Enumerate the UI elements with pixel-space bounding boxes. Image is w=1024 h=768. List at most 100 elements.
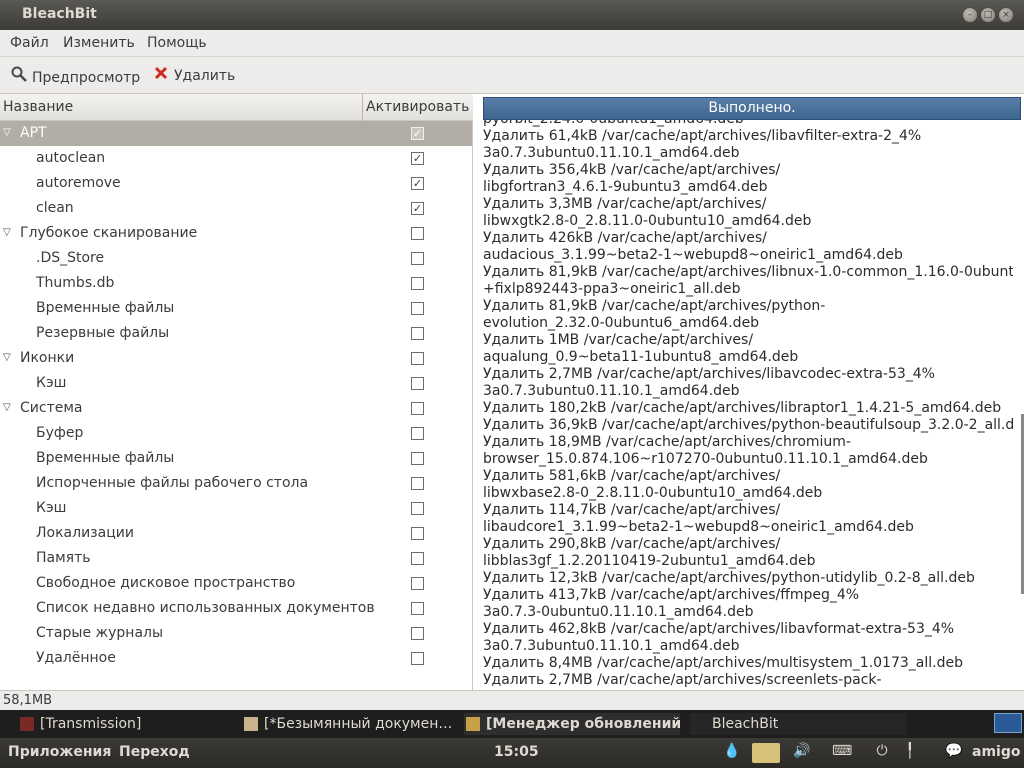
network-icon[interactable]: ╿ <box>900 743 920 763</box>
tree-row[interactable]: Резервные файлы <box>0 321 472 346</box>
tree-row[interactable]: ▽ Иконки <box>0 346 472 371</box>
menu-help[interactable]: Помощь <box>147 35 207 51</box>
task-label: [*Безымянный докумен… <box>264 716 453 732</box>
tree-row-label: Локализации <box>36 525 134 541</box>
tree-row-label: Удалённое <box>36 650 116 666</box>
activate-checkbox[interactable]: ✓ <box>411 177 424 190</box>
log-line: evolution_2.32.0-0ubuntu6_amd64.deb <box>483 315 760 331</box>
window-list: [Transmission] [*Безымянный докумен… [Ме… <box>0 710 1024 738</box>
tree-row[interactable]: Память <box>0 546 472 571</box>
activate-checkbox[interactable] <box>411 627 424 640</box>
tree-row[interactable]: Кэш <box>0 371 472 396</box>
activate-checkbox[interactable] <box>411 402 424 415</box>
log-output[interactable]: pyorbit_2.24.0-0ubuntu1_amd64.deb Удалить… <box>483 117 1013 690</box>
task-bleachbit[interactable]: BleachBit <box>690 713 906 735</box>
workspace-switcher[interactable] <box>994 713 1022 733</box>
activate-checkbox[interactable] <box>411 502 424 515</box>
log-line: browser_15.0.874.106~r107270-0ubuntu0.11… <box>483 451 928 467</box>
tree-row[interactable]: Удалённое <box>0 646 472 671</box>
preview-button[interactable]: Предпросмотр <box>10 66 140 86</box>
activate-checkbox[interactable] <box>411 577 424 590</box>
red-x-icon <box>152 66 170 84</box>
log-line: 3a0.7.3-0ubuntu0.11.10.1_amd64.deb <box>483 604 754 620</box>
places-menu[interactable]: Переход <box>119 744 190 760</box>
log-line: libaudcore1_3.1.99~beta2-1~webupd8~oneir… <box>483 519 914 535</box>
task-update-manager[interactable]: [Менеджер обновлений] <box>464 713 680 735</box>
tree-row[interactable]: Испорченные файлы рабочего стола <box>0 471 472 496</box>
log-line: Удалить 114,7kB /var/cache/apt/archives/ <box>483 502 781 518</box>
clock[interactable]: 15:05 <box>494 744 539 760</box>
activate-checkbox[interactable] <box>411 277 424 290</box>
activate-checkbox[interactable] <box>411 452 424 465</box>
activate-checkbox[interactable] <box>411 427 424 440</box>
transmission-icon <box>20 717 34 731</box>
keyboard-icon[interactable]: ⌨ <box>832 743 852 763</box>
tree-row-label: clean <box>36 200 74 216</box>
expander-icon[interactable]: ▽ <box>3 402 11 413</box>
tree-row[interactable]: Временные файлы <box>0 446 472 471</box>
tree-row[interactable]: autoremove ✓ <box>0 171 472 196</box>
tree-row[interactable]: Локализации <box>0 521 472 546</box>
tree-row[interactable]: Кэш <box>0 496 472 521</box>
activate-checkbox[interactable] <box>411 252 424 265</box>
droplet-icon[interactable]: 💧 <box>722 743 742 763</box>
tree-row-label: Буфер <box>36 425 84 441</box>
menu-file[interactable]: Файл <box>10 35 49 51</box>
status-size: 58,1MB <box>3 693 53 708</box>
log-line: Удалить 2,7MB /var/cache/apt/archives/li… <box>483 366 935 382</box>
activate-checkbox[interactable] <box>411 527 424 540</box>
tree-row[interactable]: clean ✓ <box>0 196 472 221</box>
log-line: Удалить 18,9MB /var/cache/apt/archives/c… <box>483 434 851 450</box>
task-text-editor[interactable]: [*Безымянный докумен… <box>242 713 456 735</box>
power-icon[interactable]: ⏻ <box>872 743 892 763</box>
tree-row-label: Память <box>36 550 91 566</box>
tree-row-label: Временные файлы <box>36 300 175 316</box>
column-name-header[interactable]: Название <box>3 99 73 115</box>
activate-checkbox[interactable]: ✓ <box>411 127 424 140</box>
tree-row[interactable]: Список недавно использованных документов <box>0 596 472 621</box>
activate-checkbox[interactable]: ✓ <box>411 152 424 165</box>
activate-checkbox[interactable] <box>411 602 424 615</box>
volume-icon[interactable]: 🔊 <box>792 743 812 763</box>
menu-edit[interactable]: Изменить <box>63 35 135 51</box>
tree-row[interactable]: ▽ Система <box>0 396 472 421</box>
tree-header: Название Активировать <box>0 94 473 121</box>
tree-row[interactable]: Старые журналы <box>0 621 472 646</box>
tree-row[interactable]: ▽ APT ✓ <box>0 121 472 146</box>
expander-icon[interactable]: ▽ <box>3 127 11 138</box>
progress-bar: Выполнено. <box>483 97 1021 120</box>
tree-row[interactable]: Временные файлы <box>0 296 472 321</box>
tree-row[interactable]: autoclean ✓ <box>0 146 472 171</box>
task-transmission[interactable]: [Transmission] <box>18 713 232 735</box>
tree-row[interactable]: Thumbs.db <box>0 271 472 296</box>
user-name[interactable]: amigo <box>972 744 1020 760</box>
expander-icon[interactable]: ▽ <box>3 352 11 363</box>
activate-checkbox[interactable] <box>411 352 424 365</box>
tree-row[interactable]: ▽ Глубокое сканирование <box>0 221 472 246</box>
expander-icon[interactable]: ▽ <box>3 227 11 238</box>
tree-row-label: Глубокое сканирование <box>20 225 198 241</box>
activate-checkbox[interactable] <box>411 477 424 490</box>
log-line: Удалить 3,3MB /var/cache/apt/archives/ <box>483 196 767 212</box>
activate-checkbox[interactable]: ✓ <box>411 202 424 215</box>
tree-row[interactable]: Буфер <box>0 421 472 446</box>
log-line: Удалить 12,3kB /var/cache/apt/archives/p… <box>483 570 975 586</box>
activate-checkbox[interactable] <box>411 327 424 340</box>
delete-button[interactable]: Удалить <box>152 66 235 84</box>
activate-checkbox[interactable] <box>411 227 424 240</box>
applications-menu[interactable]: Приложения <box>8 744 111 760</box>
activate-checkbox[interactable] <box>411 302 424 315</box>
activate-checkbox[interactable] <box>411 552 424 565</box>
log-line: Удалить 2,7MB /var/cache/apt/archives/sc… <box>483 672 882 688</box>
tree-row[interactable]: Свободное дисковое пространство <box>0 571 472 596</box>
activate-checkbox[interactable] <box>411 377 424 390</box>
minimize-button[interactable]: – <box>962 7 978 23</box>
tree-row-label: Временные файлы <box>36 450 175 466</box>
tree-row[interactable]: .DS_Store <box>0 246 472 271</box>
weather-clock-icon[interactable] <box>752 743 780 763</box>
chat-icon[interactable]: 💬 <box>944 743 964 763</box>
activate-checkbox[interactable] <box>411 652 424 665</box>
maximize-button[interactable]: □ <box>980 7 996 23</box>
close-button[interactable]: × <box>998 7 1014 23</box>
column-active-header[interactable]: Активировать <box>366 99 469 115</box>
